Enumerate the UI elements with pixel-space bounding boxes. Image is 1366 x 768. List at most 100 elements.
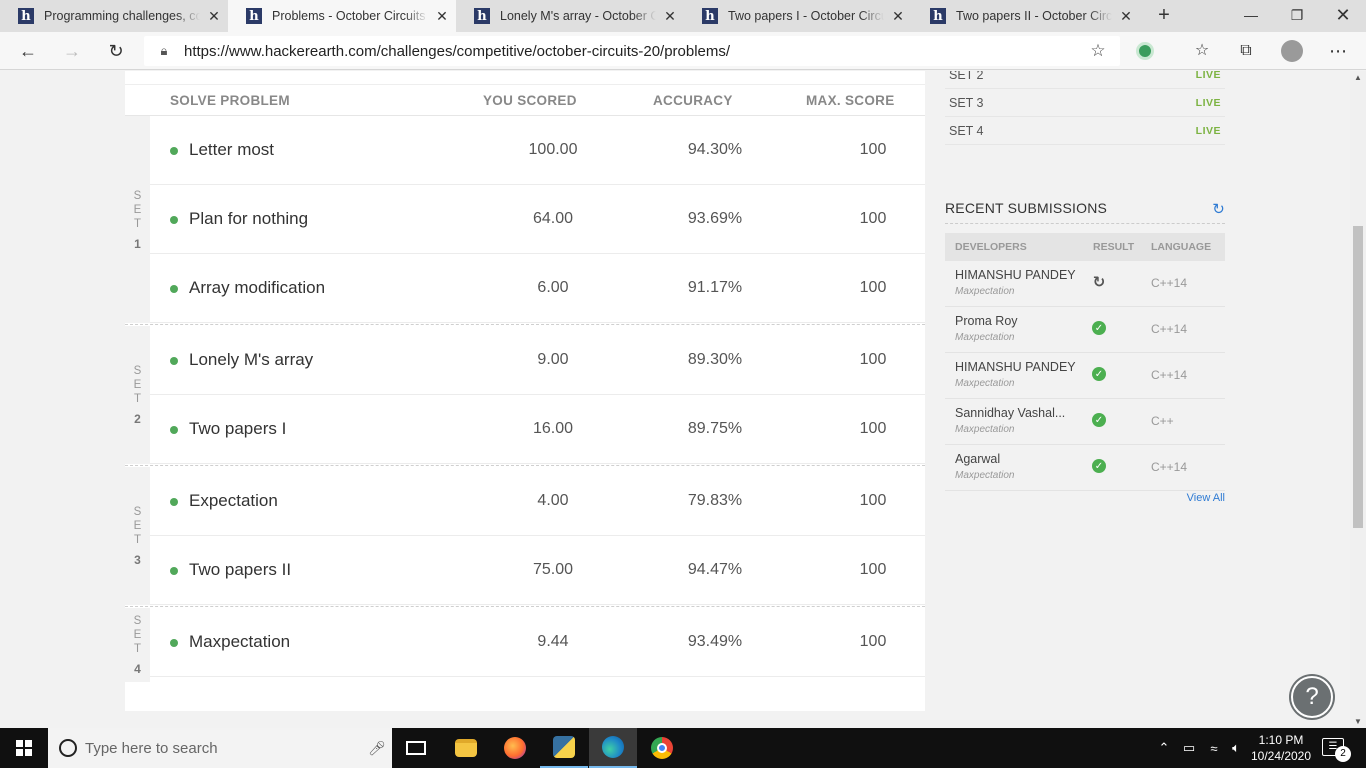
problem-row[interactable]: Two papers II 75.00 94.47% 100 (150, 536, 925, 605)
tab-title[interactable]: Programming challenges, coding (44, 9, 200, 23)
set-label-letter: S (133, 189, 142, 202)
sidebar-set-item[interactable]: SET 3 LIVE (945, 89, 1225, 117)
close-tab-icon[interactable]: ✕ (428, 8, 456, 25)
page-scrollbar[interactable]: ▲ ▼ (1350, 71, 1366, 728)
status-dot-icon (170, 147, 178, 155)
firefox-icon[interactable] (491, 728, 539, 768)
wifi-icon[interactable]: ≈ (1203, 728, 1225, 768)
set-number: 2 (134, 412, 141, 426)
accuracy-value: 91.17% (687, 279, 743, 296)
taskbar-clock[interactable]: 1:10 PM 10/24/2020 (1244, 732, 1318, 764)
close-window-button[interactable]: ✕ (1320, 0, 1366, 32)
tab-title[interactable]: Lonely M's array - October Circuits (500, 9, 656, 23)
microphone-icon[interactable]: 🎤︎ (362, 740, 392, 757)
edge-icon[interactable] (589, 728, 637, 768)
tab-title[interactable]: Problems - October Circuits '20 (272, 9, 428, 23)
problem-name-link[interactable]: Array modification (189, 278, 325, 298)
browser-tab[interactable]: h Two papers I - October Circuits ✕ (684, 0, 912, 32)
problem-row[interactable]: Maxpectation 9.44 93.49% 100 (150, 608, 925, 677)
sidebar-set-item[interactable]: SET 4 LIVE (945, 117, 1225, 145)
close-tab-icon[interactable]: ✕ (884, 8, 912, 25)
help-button[interactable]: ? (1291, 676, 1333, 718)
problem-row[interactable]: Expectation 4.00 79.83% 100 (150, 467, 925, 536)
close-tab-icon[interactable]: ✕ (200, 8, 228, 25)
browser-tab[interactable]: h Lonely M's array - October Circuits✕ (456, 0, 684, 32)
volume-icon[interactable]: 🔈︎ (1226, 728, 1246, 768)
live-badge: LIVE (1195, 125, 1221, 137)
browser-tab-strip: hProgramming challenges, coding✕hProblem… (0, 0, 1366, 32)
browser-tab[interactable]: h Two papers II - October Circuits✕ (912, 0, 1140, 32)
problem-name-link[interactable]: Two papers I (189, 419, 286, 439)
favorite-star-icon[interactable]: ☆ (1076, 41, 1120, 61)
set-name[interactable]: SET 4 (949, 124, 984, 138)
tab-title[interactable]: Two papers II - October Circuits (956, 9, 1112, 23)
scroll-up-icon[interactable]: ▲ (1354, 73, 1362, 82)
view-all-link[interactable]: View All (1187, 492, 1225, 504)
action-center-icon[interactable]: ☰ 2 (1322, 738, 1351, 762)
header-you-scored: YOU SCORED (483, 93, 577, 108)
recent-submissions-label: RECENT SUBMISSIONS (945, 200, 1108, 216)
new-tab-button[interactable]: + (1152, 4, 1176, 28)
submission-language: C++14 (1151, 460, 1188, 474)
browser-tab[interactable]: h Programming challenges, coding✕ (0, 0, 228, 32)
more-menu-icon[interactable]: ⋯ (1323, 38, 1353, 64)
problem-name-link[interactable]: Maxpectation (189, 632, 290, 652)
close-tab-icon[interactable]: ✕ (656, 8, 684, 25)
accuracy-value: 89.30% (687, 351, 743, 368)
set-name[interactable]: SET 2 (949, 71, 984, 82)
python-icon[interactable] (540, 728, 588, 768)
set-number: 3 (134, 553, 141, 567)
problem-name-link[interactable]: Expectation (189, 491, 278, 511)
problem-row[interactable]: Array modification 6.00 91.17% 100 (150, 254, 925, 323)
problem-row[interactable]: Lonely M's array 9.00 89.30% 100 (150, 326, 925, 395)
problem-name-link[interactable]: Plan for nothing (189, 209, 308, 229)
accuracy-value: 94.47% (687, 561, 743, 578)
developer-name-link[interactable]: Agarwal (955, 452, 1080, 466)
forward-icon[interactable]: → (58, 38, 86, 64)
search-placeholder[interactable]: Type here to search (85, 740, 362, 757)
problem-name-link[interactable]: Letter most (189, 140, 274, 160)
start-button[interactable] (0, 728, 48, 768)
minimize-button[interactable]: — (1228, 0, 1274, 32)
maximize-button[interactable]: ❐ (1274, 0, 1320, 32)
collections-icon[interactable]: ⧉ (1231, 38, 1261, 64)
task-view-icon[interactable] (392, 728, 440, 768)
favorites-icon[interactable]: ☆ (1187, 38, 1217, 64)
set-name[interactable]: SET 3 (949, 96, 984, 110)
problem-row[interactable]: Two papers I 16.00 89.75% 100 (150, 395, 925, 464)
lock-icon[interactable]: 🔒︎ (144, 43, 184, 59)
problem-name-link[interactable]: Two papers II (189, 560, 291, 580)
developer-name-link[interactable]: HIMANSHU PANDEY (955, 360, 1080, 374)
url-text[interactable]: https://www.hackerearth.com/challenges/c… (184, 43, 1076, 60)
set-label-letter: E (133, 379, 142, 391)
address-bar[interactable]: 🔒︎ https://www.hackerearth.com/challenge… (144, 36, 1120, 66)
taskbar-search[interactable]: Type here to search 🎤︎ (48, 728, 392, 768)
tab-title[interactable]: Two papers I - October Circuits (728, 9, 884, 23)
refresh-icon[interactable]: ↻ (102, 38, 130, 64)
header-language: LANGUAGE (1151, 241, 1212, 253)
close-tab-icon[interactable]: ✕ (1112, 8, 1140, 25)
you-scored-value: 75.00 (532, 561, 574, 578)
chrome-icon[interactable] (638, 728, 686, 768)
sidebar-set-item[interactable]: SET 2 LIVE (945, 71, 1225, 89)
status-dot-icon (170, 498, 178, 506)
back-icon[interactable]: ← (14, 38, 42, 64)
problem-row[interactable]: Plan for nothing 64.00 93.69% 100 (150, 185, 925, 254)
show-hidden-icons[interactable]: ⌃ (1156, 728, 1172, 768)
profile-avatar[interactable] (1277, 38, 1307, 64)
battery-icon[interactable]: ▭ (1178, 728, 1200, 768)
developer-name-link[interactable]: HIMANSHU PANDEY (955, 268, 1080, 282)
problem-name-link[interactable]: Lonely M's array (189, 350, 313, 370)
problem-row[interactable]: Letter most 100.00 94.30% 100 (150, 116, 925, 185)
file-explorer-icon[interactable] (442, 728, 490, 768)
browser-tab[interactable]: h Problems - October Circuits '20 ✕ (228, 0, 456, 32)
developer-name-link[interactable]: Proma Roy (955, 314, 1080, 328)
refresh-submissions-icon[interactable]: ↻ (1212, 200, 1225, 218)
developer-name-link[interactable]: Sannidhay Vashal... (955, 406, 1080, 420)
set-label-letter: T (133, 217, 142, 230)
scroll-down-icon[interactable]: ▼ (1354, 717, 1362, 726)
extension-icon[interactable] (1130, 38, 1160, 64)
accuracy-value: 89.75% (687, 420, 743, 437)
scrollbar-thumb[interactable] (1353, 226, 1363, 528)
set-label-letter: S (133, 615, 142, 627)
